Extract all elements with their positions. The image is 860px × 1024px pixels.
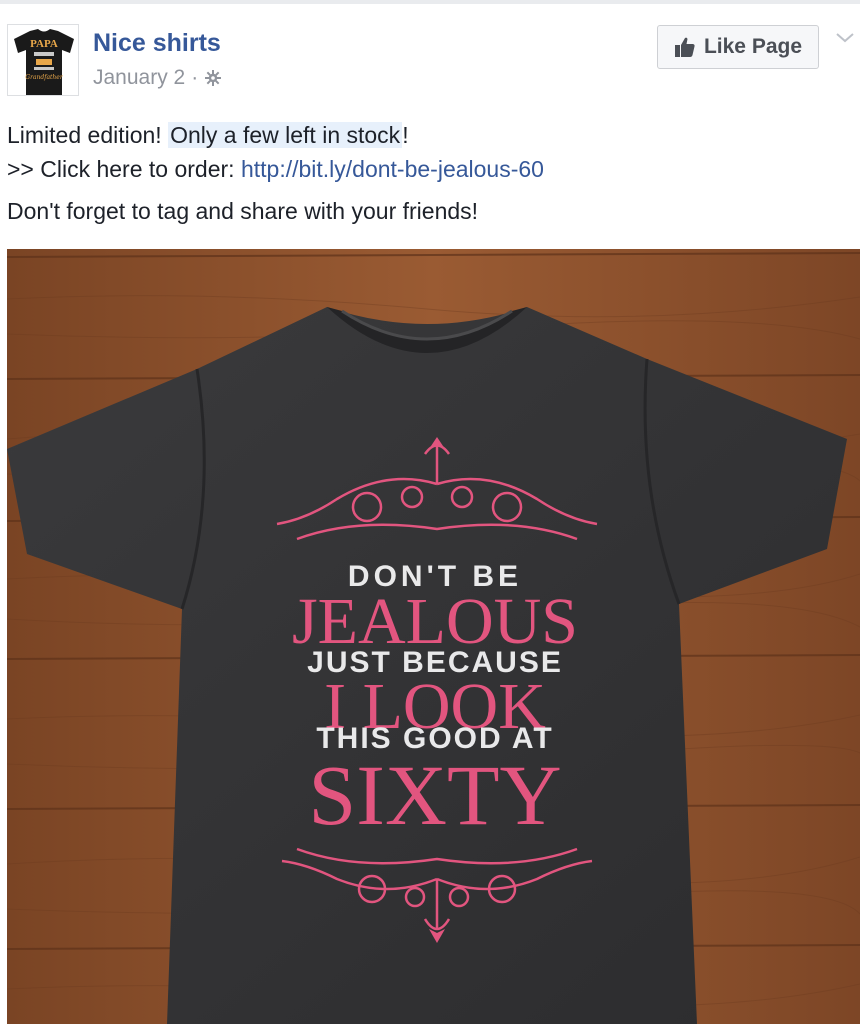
post-date[interactable]: January 2 bbox=[93, 66, 185, 90]
post-line-2: >> Click here to order: http://bit.ly/do… bbox=[7, 152, 852, 186]
top-border bbox=[0, 0, 860, 4]
like-page-label: Like Page bbox=[703, 35, 803, 58]
gear-icon[interactable] bbox=[204, 69, 222, 87]
highlighted-text: Only a few left in stock bbox=[168, 122, 403, 148]
meta-separator: · bbox=[191, 66, 199, 89]
svg-text:Grandfather: Grandfather bbox=[25, 74, 64, 81]
thumbs-up-icon bbox=[674, 37, 695, 57]
page-avatar[interactable]: PAPA Grandfather bbox=[7, 24, 79, 96]
post-line-1: Limited edition! Only a few left in stoc… bbox=[7, 118, 852, 152]
post-meta: January 2 · bbox=[93, 66, 222, 90]
post-image[interactable]: DON'T BE JEALOUS JUST BECAUSE I LOOK THI… bbox=[7, 249, 860, 1024]
page-name-link[interactable]: Nice shirts bbox=[93, 29, 221, 58]
order-link[interactable]: http://bit.ly/dont-be-jealous-60 bbox=[241, 156, 544, 182]
post-line-1-prefix: Limited edition! bbox=[7, 122, 169, 148]
post-line-2-prefix: >> Click here to order: bbox=[7, 156, 241, 182]
post-line-1-suffix: ! bbox=[402, 122, 409, 148]
tshirt-photo: DON'T BE JEALOUS JUST BECAUSE I LOOK THI… bbox=[7, 249, 860, 1024]
post-text: Limited edition! Only a few left in stoc… bbox=[7, 118, 852, 236]
post-line-3: Don't forget to tag and share with your … bbox=[7, 198, 479, 224]
svg-text:PAPA: PAPA bbox=[30, 38, 58, 50]
chevron-down-icon[interactable] bbox=[834, 30, 856, 46]
avatar-shirt-image: PAPA Grandfather bbox=[8, 25, 78, 95]
shirt-text-line-6: SIXTY bbox=[308, 747, 561, 843]
like-page-button[interactable]: Like Page bbox=[657, 25, 819, 69]
